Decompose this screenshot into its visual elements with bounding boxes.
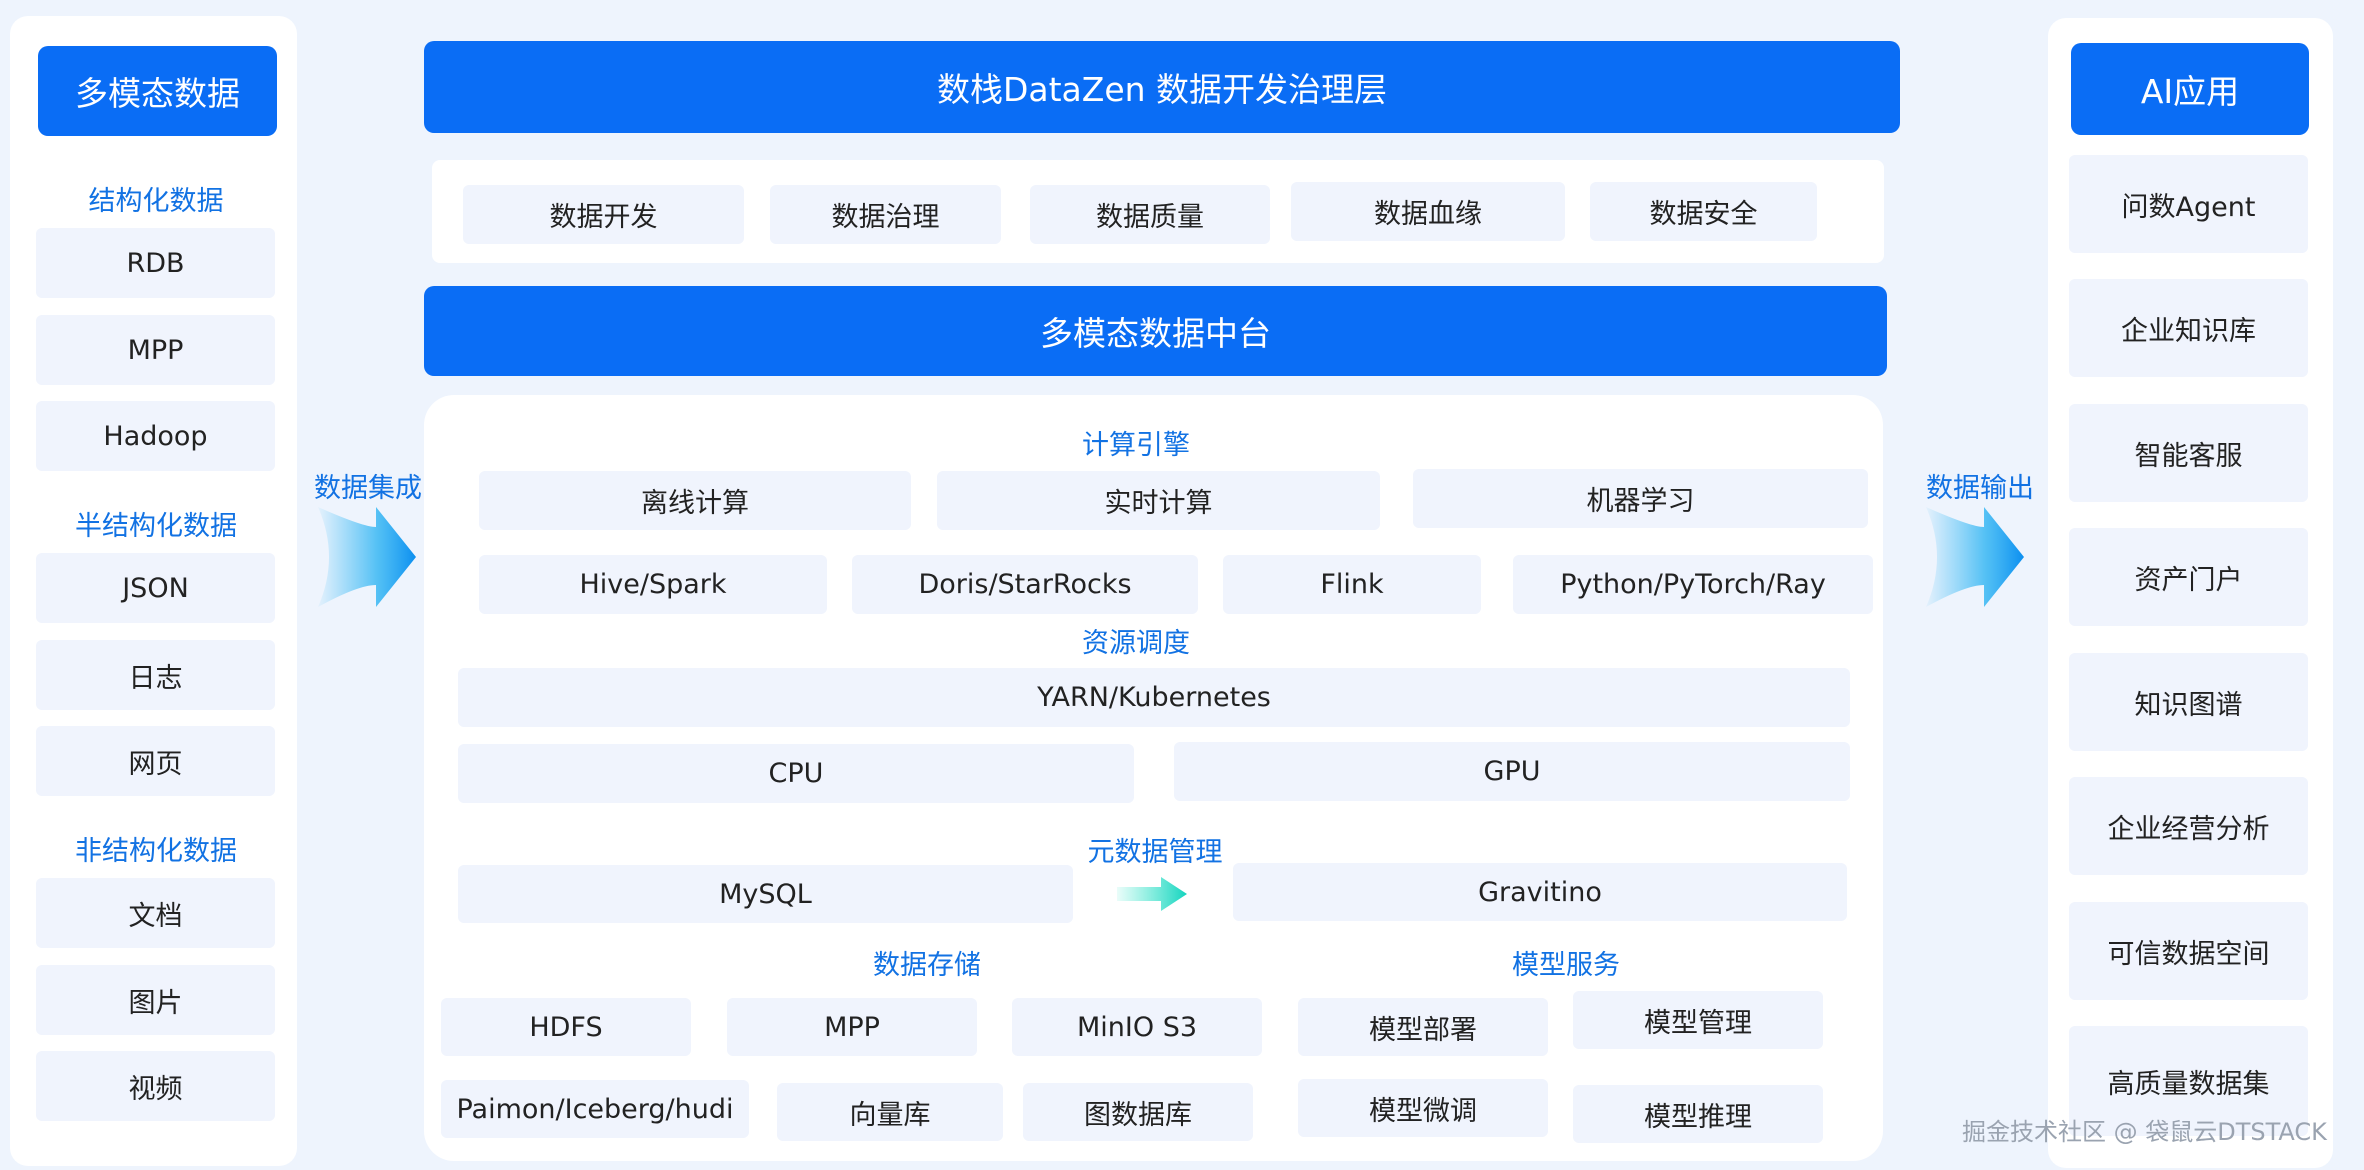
app-business-analysis: 企业经营分析 (2069, 777, 2308, 875)
semi-structured-label: 半结构化数据 (75, 511, 237, 542)
engine-hive-spark: Hive/Spark (479, 555, 827, 614)
left-title: 多模态数据 (38, 46, 277, 136)
left-item-log: 日志 (36, 640, 275, 710)
compute-offline: 离线计算 (479, 471, 911, 530)
app-asset-portal: 资产门户 (2069, 528, 2308, 626)
app-ask-data-agent: 问数Agent (2069, 155, 2308, 253)
resource-yarn-k8s: YARN/Kubernetes (458, 668, 1850, 727)
left-item-rdb: RDB (36, 228, 275, 298)
model-deploy: 模型部署 (1298, 998, 1548, 1056)
model-management: 模型管理 (1573, 991, 1823, 1049)
model-inference: 模型推理 (1573, 1085, 1823, 1143)
storage-graph-db: 图数据库 (1023, 1083, 1253, 1141)
output-arrow-icon (1926, 505, 2026, 610)
model-service-label: 模型服务 (1512, 950, 1620, 981)
metadata-mysql: MySQL (458, 865, 1073, 923)
app-enterprise-knowledge-base: 企业知识库 (2069, 279, 2308, 377)
watermark: 掘金技术社区 @ 袋鼠云DTSTACK (1962, 1118, 2327, 1146)
left-item-document: 文档 (36, 878, 275, 948)
engine-flink: Flink (1223, 555, 1481, 614)
left-item-image: 图片 (36, 965, 275, 1035)
gov-data-dev: 数据开发 (463, 185, 744, 244)
compute-realtime: 实时计算 (937, 471, 1380, 530)
gov-data-governance: 数据治理 (770, 185, 1001, 244)
compute-engine-label: 计算引擎 (1082, 430, 1190, 461)
gov-data-lineage: 数据血缘 (1291, 182, 1565, 241)
left-item-mpp: MPP (36, 315, 275, 385)
engine-doris-starrocks: Doris/StarRocks (852, 555, 1198, 614)
app-trusted-data-space: 可信数据空间 (2069, 902, 2308, 1000)
data-storage-label: 数据存储 (873, 950, 981, 981)
app-knowledge-graph: 知识图谱 (2069, 653, 2308, 751)
app-smart-customer-service: 智能客服 (2069, 404, 2308, 502)
integration-arrow-icon (318, 505, 418, 610)
model-finetune: 模型微调 (1298, 1079, 1548, 1137)
storage-paimon-iceberg-hudi: Paimon/Iceberg/hudi (441, 1080, 749, 1138)
platform-header: 多模态数据中台 (424, 286, 1887, 376)
gov-data-security: 数据安全 (1590, 182, 1817, 241)
resource-cpu: CPU (458, 744, 1134, 803)
data-integration-label: 数据集成 (314, 473, 422, 504)
storage-mpp: MPP (727, 998, 977, 1056)
metadata-management-label: 元数据管理 (1087, 837, 1223, 868)
engine-python-pytorch-ray: Python/PyTorch/Ray (1513, 555, 1873, 614)
left-item-json: JSON (36, 553, 275, 623)
data-output-label: 数据输出 (1926, 473, 2034, 504)
left-item-video: 视频 (36, 1051, 275, 1121)
storage-hdfs: HDFS (441, 998, 691, 1056)
storage-vector-db: 向量库 (777, 1083, 1003, 1141)
resource-gpu: GPU (1174, 742, 1850, 801)
metadata-gravitino: Gravitino (1233, 863, 1847, 921)
left-item-hadoop: Hadoop (36, 401, 275, 471)
right-title: AI应用 (2071, 43, 2309, 135)
gov-data-quality: 数据质量 (1030, 185, 1270, 244)
resource-scheduling-label: 资源调度 (1082, 628, 1190, 659)
left-item-webpage: 网页 (36, 726, 275, 796)
datazen-header: 数栈DataZen 数据开发治理层 (424, 41, 1900, 133)
metadata-arrow-icon (1117, 875, 1189, 913)
unstructured-label: 非结构化数据 (75, 836, 237, 867)
structured-label: 结构化数据 (88, 186, 224, 217)
storage-minio-s3: MinIO S3 (1012, 998, 1262, 1056)
compute-ml: 机器学习 (1413, 469, 1868, 528)
